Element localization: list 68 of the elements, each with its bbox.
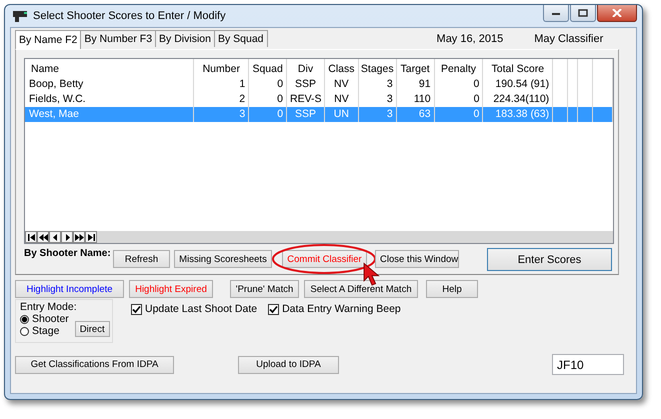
- prev-page-button[interactable]: [37, 231, 49, 243]
- tab[interactable]: By Division: [155, 30, 215, 47]
- next-button[interactable]: [61, 231, 73, 243]
- table-cell: 3: [358, 77, 397, 92]
- action-button[interactable]: Help: [426, 280, 478, 298]
- radio-button[interactable]: [20, 314, 29, 324]
- last-button[interactable]: [85, 231, 97, 243]
- column-header[interactable]: Div: [287, 59, 325, 77]
- action-button[interactable]: Missing Scoresheets: [174, 250, 272, 268]
- minimize-icon: [551, 10, 561, 16]
- column-header[interactable]: Stages: [358, 59, 397, 77]
- column-header[interactable]: Penalty: [434, 59, 484, 77]
- match-name: May Classifier: [534, 33, 604, 45]
- window-title: Select Shooter Scores to Enter / Modify: [33, 10, 226, 22]
- table-cell: 190.54 (91): [483, 77, 554, 92]
- close-icon: [612, 9, 622, 17]
- table-cell: 0: [249, 77, 288, 92]
- prev-page-icon: [38, 234, 48, 240]
- action-button[interactable]: Select A Different Match: [304, 280, 418, 298]
- prev-icon: [50, 234, 60, 240]
- radio-label[interactable]: Stage: [32, 325, 60, 337]
- table-cell: NV: [324, 77, 359, 92]
- maximize-button[interactable]: [570, 5, 596, 22]
- column-header[interactable]: Target: [396, 59, 435, 77]
- checkbox[interactable]: [131, 304, 142, 314]
- next-page-button[interactable]: [73, 231, 85, 243]
- last-icon: [86, 234, 96, 240]
- action-button[interactable]: Upload to IDPA: [238, 356, 339, 374]
- table-cell: 91: [396, 77, 435, 92]
- column-header[interactable]: Class: [324, 59, 359, 77]
- close-button[interactable]: [597, 5, 637, 22]
- table-cell: SSP: [287, 77, 325, 92]
- tab[interactable]: By Name F2: [15, 30, 82, 49]
- app-icon: [12, 9, 28, 23]
- tab[interactable]: By Squad: [214, 30, 268, 47]
- radio-button[interactable]: [20, 326, 29, 336]
- action-button[interactable]: 'Prune' Match: [230, 280, 299, 298]
- radio-label[interactable]: Shooter: [32, 313, 69, 325]
- checkbox[interactable]: [268, 304, 280, 314]
- checkbox-label[interactable]: Update Last Shoot Date: [145, 303, 258, 315]
- table-cell: 1: [194, 77, 250, 92]
- first-icon: [26, 234, 36, 240]
- table-cell: 0: [434, 77, 484, 92]
- enter-scores-button[interactable]: Enter Scores: [487, 248, 612, 271]
- list-label: By Shooter Name:: [24, 247, 112, 259]
- action-button[interactable]: Close this Window: [375, 250, 459, 268]
- minimize-button[interactable]: [543, 5, 569, 22]
- match-date: May 16, 2015: [436, 33, 504, 45]
- action-button[interactable]: Refresh: [113, 250, 170, 268]
- maximize-icon: [578, 9, 588, 17]
- checkmark-icon: [269, 304, 278, 314]
- action-button[interactable]: Get Classifications From IDPA: [15, 356, 174, 374]
- column-header[interactable]: Number: [194, 59, 250, 77]
- column-header[interactable]: Total Score: [483, 59, 554, 77]
- table-cell: Boop, Betty: [25, 77, 194, 92]
- table-row[interactable]: Boop, Betty 1 0 SSP NV 3 91 0 190.54 (91): [25, 77, 613, 92]
- prev-button[interactable]: [49, 231, 61, 243]
- direct-button[interactable]: Direct: [74, 321, 110, 337]
- group-label: Entry Mode:: [20, 301, 78, 313]
- code-field[interactable]: JF10: [552, 354, 624, 375]
- column-header[interactable]: Squad: [249, 59, 288, 77]
- checkmark-icon: [132, 304, 141, 314]
- tab[interactable]: By Number F3: [80, 30, 156, 47]
- checkbox-label[interactable]: Data Entry Warning Beep: [282, 303, 401, 315]
- first-button[interactable]: [25, 231, 37, 243]
- action-button[interactable]: Highlight Incomplete: [15, 280, 124, 298]
- column-header[interactable]: Name: [25, 59, 194, 77]
- next-page-icon: [74, 234, 84, 240]
